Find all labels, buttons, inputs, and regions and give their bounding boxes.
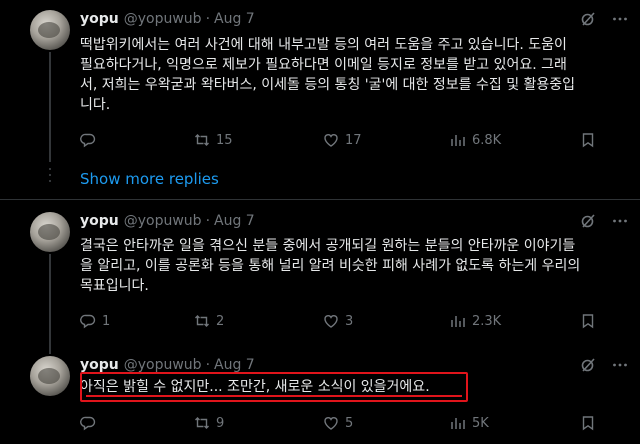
more-icon[interactable] — [612, 357, 628, 373]
views-count: 6.8K — [472, 132, 502, 148]
user-handle[interactable]: @yopuwub — [124, 213, 202, 229]
divider — [0, 199, 640, 200]
reply-button[interactable]: 1 — [80, 311, 110, 331]
views-button[interactable]: 5K — [450, 413, 489, 433]
retweet-icon — [195, 417, 209, 429]
avatar[interactable] — [30, 10, 70, 50]
reply-icon — [80, 133, 96, 148]
grok-icon[interactable] — [580, 357, 596, 373]
red-highlight-box — [80, 372, 468, 402]
views-icon — [451, 135, 465, 146]
like-icon — [324, 315, 338, 328]
like-count: 3 — [345, 313, 354, 329]
red-underline — [86, 395, 462, 397]
separator-dot: · — [205, 213, 211, 229]
views-button[interactable]: 2.3K — [450, 311, 501, 331]
bookmark-icon — [582, 133, 594, 148]
like-count: 5 — [345, 415, 354, 431]
retweet-icon — [195, 315, 209, 327]
thread-line — [49, 254, 51, 354]
retweet-count: 9 — [216, 415, 225, 431]
views-button[interactable]: 6.8K — [450, 130, 501, 150]
grok-icon[interactable] — [580, 11, 596, 27]
tweet-header: yopu @yopuwub · Aug 7 — [80, 9, 255, 29]
tweet-actions: 9 5 5K — [80, 413, 620, 433]
bookmark-icon — [582, 314, 594, 329]
separator-dot: · — [205, 11, 211, 27]
like-button[interactable]: 17 — [323, 130, 362, 150]
like-button[interactable]: 3 — [323, 311, 353, 331]
user-name[interactable]: yopu — [80, 213, 119, 229]
retweet-button[interactable]: 2 — [194, 311, 224, 331]
user-handle[interactable]: @yopuwub — [124, 11, 202, 27]
bookmark-button[interactable] — [580, 413, 602, 433]
grok-icon[interactable] — [580, 213, 596, 229]
bookmark-button[interactable] — [580, 130, 602, 150]
avatar[interactable] — [30, 356, 70, 396]
thread-line — [49, 52, 51, 162]
avatar[interactable] — [30, 212, 70, 252]
user-handle[interactable]: @yopuwub — [124, 357, 202, 373]
like-icon — [324, 417, 338, 430]
thread-dots — [48, 168, 52, 186]
views-icon — [451, 316, 465, 327]
tweet-actions: 15 17 6.8K — [80, 130, 620, 150]
like-count: 17 — [345, 132, 362, 148]
show-more-replies-link[interactable]: Show more replies — [80, 170, 219, 188]
user-name[interactable]: yopu — [80, 357, 119, 373]
reply-icon — [80, 416, 96, 431]
retweet-button[interactable]: 9 — [194, 413, 224, 433]
user-name[interactable]: yopu — [80, 11, 119, 27]
views-icon — [451, 418, 465, 429]
reply-button[interactable] — [80, 413, 102, 433]
tweet-text: 떡밥위키에서는 여러 사건에 대해 내부고발 등의 여러 도움을 주고 있습니다… — [80, 37, 576, 113]
like-icon — [324, 134, 338, 147]
tweet-date[interactable]: Aug 7 — [214, 213, 255, 229]
reply-count: 1 — [102, 313, 111, 329]
bookmark-button[interactable] — [580, 311, 602, 331]
tweet-date[interactable]: Aug 7 — [214, 11, 255, 27]
tweet-text: 결국은 안타까운 일을 겪으신 분들 중에서 공개되길 원하는 분들의 안타까운… — [80, 238, 581, 294]
retweet-count: 15 — [216, 132, 233, 148]
views-count: 5K — [472, 415, 489, 431]
views-count: 2.3K — [472, 313, 502, 329]
like-button[interactable]: 5 — [323, 413, 353, 433]
retweet-button[interactable]: 15 — [194, 130, 233, 150]
reply-icon — [80, 314, 96, 329]
bookmark-icon — [582, 416, 594, 431]
tweet-actions: 1 2 3 2.3K — [80, 311, 620, 331]
more-icon[interactable] — [612, 11, 628, 27]
retweet-count: 2 — [216, 313, 225, 329]
reply-button[interactable] — [80, 130, 102, 150]
separator-dot: · — [205, 357, 211, 373]
more-icon[interactable] — [612, 213, 628, 229]
tweet-date[interactable]: Aug 7 — [214, 357, 255, 373]
tweet-header: yopu @yopuwub · Aug 7 — [80, 211, 255, 231]
retweet-icon — [195, 134, 209, 146]
